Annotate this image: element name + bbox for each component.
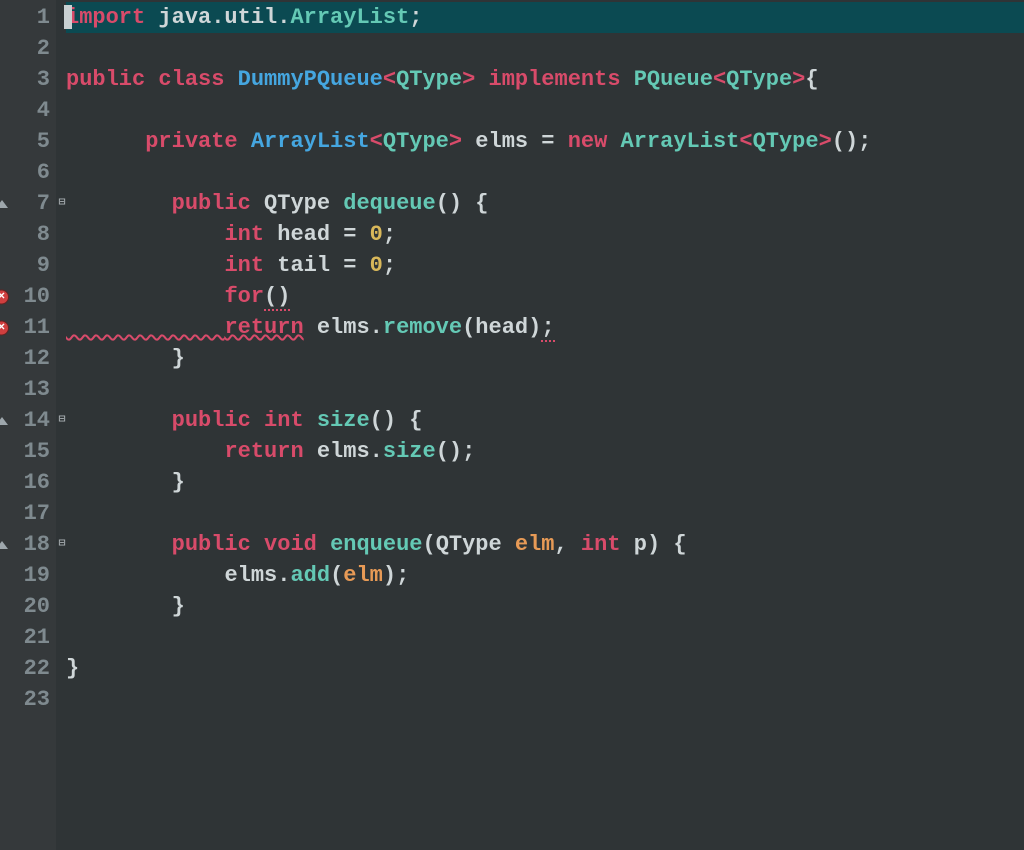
gutter-line: 4 bbox=[0, 95, 56, 126]
code-line[interactable]: } bbox=[66, 653, 1024, 684]
code-line[interactable] bbox=[66, 498, 1024, 529]
error-marker-icon[interactable] bbox=[0, 289, 9, 304]
line-gutter: 1 2 3 4 5 6 7⊟ 8 9 10 11 12 13 14⊟ 15 16… bbox=[0, 0, 56, 850]
code-line[interactable]: elms.add(elm); bbox=[66, 560, 1024, 591]
fold-closed-icon[interactable]: ⊟ bbox=[56, 539, 68, 551]
gutter-line: 6 bbox=[0, 157, 56, 188]
code-line[interactable]: return elms.remove(head); bbox=[66, 312, 1024, 343]
gutter-line: 20 bbox=[0, 591, 56, 622]
gutter-line[interactable]: 10 bbox=[0, 281, 56, 312]
code-line[interactable]: return elms.size(); bbox=[66, 436, 1024, 467]
gutter-line: 1 bbox=[0, 2, 56, 33]
code-line[interactable]: public int size() { bbox=[66, 405, 1024, 436]
code-editor[interactable]: 1 2 3 4 5 6 7⊟ 8 9 10 11 12 13 14⊟ 15 16… bbox=[0, 0, 1024, 850]
gutter-line: 16 bbox=[0, 467, 56, 498]
fold-open-icon[interactable]: ⊟ bbox=[56, 198, 68, 210]
code-line[interactable]: int tail = 0; bbox=[66, 250, 1024, 281]
code-line[interactable]: } bbox=[66, 467, 1024, 498]
gutter-line: 9 bbox=[0, 250, 56, 281]
gutter-line: 13 bbox=[0, 374, 56, 405]
code-line[interactable]: private ArrayList<QType> elms = new Arra… bbox=[66, 126, 1024, 157]
code-line[interactable] bbox=[66, 95, 1024, 126]
code-line[interactable] bbox=[66, 684, 1024, 715]
code-line[interactable] bbox=[66, 622, 1024, 653]
code-line[interactable]: for() bbox=[66, 281, 1024, 312]
code-line[interactable]: public void enqueue(QType elm, int p) { bbox=[66, 529, 1024, 560]
code-line[interactable]: public QType dequeue() { bbox=[66, 188, 1024, 219]
fold-closed-icon[interactable]: ⊟ bbox=[56, 415, 68, 427]
gutter-line[interactable]: 18⊟ bbox=[0, 529, 56, 560]
gutter-line: 5 bbox=[0, 126, 56, 157]
gutter-line: 21 bbox=[0, 622, 56, 653]
code-line[interactable] bbox=[66, 33, 1024, 64]
text-cursor bbox=[64, 5, 72, 29]
code-line[interactable]: public class DummyPQueue<QType> implemen… bbox=[66, 64, 1024, 95]
gutter-line: 12 bbox=[0, 343, 56, 374]
gutter-line: 8 bbox=[0, 219, 56, 250]
code-line[interactable]: int head = 0; bbox=[66, 219, 1024, 250]
gutter-line: 23 bbox=[0, 684, 56, 715]
code-line[interactable] bbox=[66, 157, 1024, 188]
code-line[interactable]: } bbox=[66, 343, 1024, 374]
gutter-line[interactable]: 14⊟ bbox=[0, 405, 56, 436]
override-arrow-icon bbox=[0, 200, 8, 208]
code-line[interactable]: import java.util.ArrayList; bbox=[66, 2, 1024, 33]
override-arrow-icon bbox=[0, 541, 8, 549]
gutter-line: 3 bbox=[0, 64, 56, 95]
gutter-line[interactable]: 7⊟ bbox=[0, 188, 56, 219]
gutter-line: 19 bbox=[0, 560, 56, 591]
error-marker-icon[interactable] bbox=[0, 320, 9, 335]
code-line[interactable] bbox=[66, 374, 1024, 405]
override-arrow-icon bbox=[0, 417, 8, 425]
gutter-line[interactable]: 11 bbox=[0, 312, 56, 343]
gutter-line: 2 bbox=[0, 33, 56, 64]
code-line[interactable]: } bbox=[66, 591, 1024, 622]
gutter-line: 15 bbox=[0, 436, 56, 467]
gutter-line: 17 bbox=[0, 498, 56, 529]
code-area[interactable]: import java.util.ArrayList; public class… bbox=[56, 0, 1024, 850]
gutter-line: 22 bbox=[0, 653, 56, 684]
